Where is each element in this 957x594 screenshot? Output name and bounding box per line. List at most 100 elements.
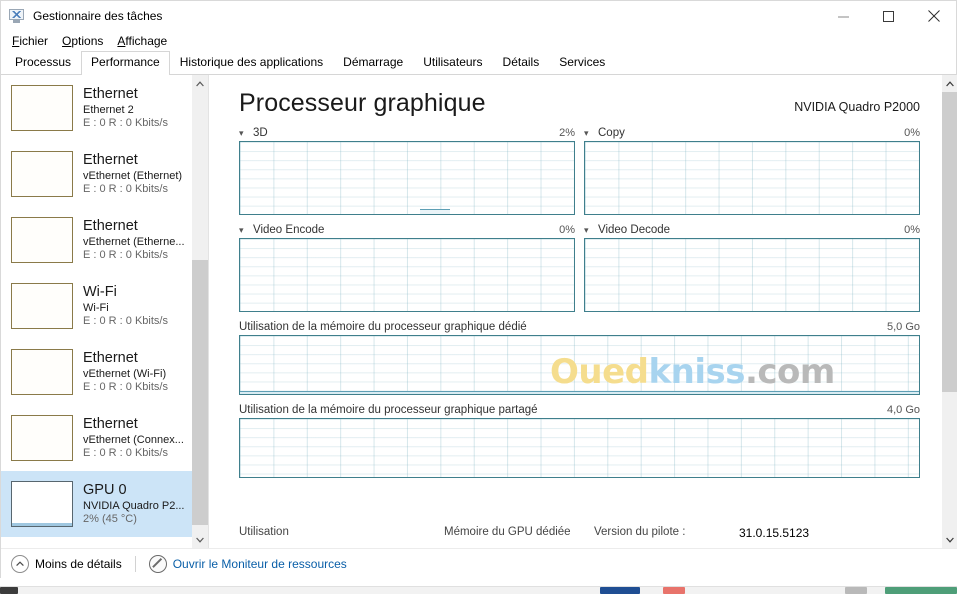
tab-services[interactable]: Services [549, 51, 615, 74]
sidebar-thumbnail-graph [11, 481, 73, 527]
graph-value-video-decode: 0% [904, 224, 920, 236]
sidebar-item-vethernet-connexion[interactable]: Ethernet vEthernet (Connex... E : 0 R : … [1, 405, 193, 471]
sidebar-item-stat: E : 0 R : 0 Kbits/s [83, 381, 168, 394]
shared-memory-header: Utilisation de la mémoire du processeur … [239, 402, 920, 418]
sidebar-item-wifi[interactable]: Wi-Fi Wi-Fi E : 0 R : 0 Kbits/s [1, 273, 193, 339]
task-manager-icon [8, 7, 26, 25]
tab-details[interactable]: Détails [493, 51, 550, 74]
performance-sidebar: Ethernet Ethernet 2 E : 0 R : 0 Kbits/s … [1, 75, 209, 548]
graph-dedicated-memory [239, 335, 920, 395]
chevron-down-icon[interactable]: ▾ [584, 128, 594, 138]
dedicated-memory-section: Utilisation de la mémoire du processeur … [239, 319, 936, 395]
sidebar-item-title: Wi-Fi [83, 283, 117, 300]
graph-header-video-encode: ▾ Video Encode 0% [239, 222, 575, 238]
taskbar-icon-1[interactable] [0, 587, 18, 594]
taskbar-icon-5[interactable] [885, 587, 957, 594]
graph-copy [584, 141, 920, 215]
content-area: Ethernet Ethernet 2 E : 0 R : 0 Kbits/s … [1, 75, 957, 548]
gpu-engine-row-1: ▾ 3D 2% ▾ Copy 0% [239, 125, 936, 215]
footer-divider [134, 556, 136, 572]
taskbar-icon-4[interactable] [845, 587, 867, 594]
taskbar-icon-2[interactable] [600, 587, 640, 594]
window-title: Gestionnaire des tâches [33, 9, 163, 23]
sidebar-thumbnail-graph [11, 283, 73, 329]
gpu-performance-panel: Processeur graphique NVIDIA Quadro P2000… [209, 75, 957, 548]
graph-label-video-encode: Video Encode [253, 224, 325, 236]
minimize-button[interactable] [821, 2, 866, 31]
chevron-down-icon[interactable]: ▾ [239, 225, 249, 235]
tab-strip: Processus Performance Historique des app… [1, 51, 956, 75]
sidebar-scrollbar-thumb[interactable] [192, 260, 208, 525]
tab-demarrage[interactable]: Démarrage [333, 51, 413, 74]
sidebar-item-stat: E : 0 R : 0 Kbits/s [83, 249, 168, 262]
dedicated-memory-label: Utilisation de la mémoire du processeur … [239, 321, 527, 333]
menu-item-fichier[interactable]: Fichier [7, 32, 57, 50]
main-scrollbar-thumb[interactable] [942, 92, 957, 392]
menu-label-fichier: ichier [19, 33, 49, 48]
sidebar-item-subtitle: vEthernet (Ethernet) [83, 169, 183, 182]
sidebar-item-ethernet-2[interactable]: Ethernet Ethernet 2 E : 0 R : 0 Kbits/s [1, 75, 193, 141]
sidebar-item-stat: E : 0 R : 0 Kbits/s [83, 183, 168, 196]
taskbar-icon-3[interactable] [663, 587, 685, 594]
gpu-header: Processeur graphique NVIDIA Quadro P2000 [239, 75, 936, 118]
less-details-label: Moins de détails [35, 557, 122, 571]
sidebar-item-subtitle: vEthernet (Etherne... [83, 235, 185, 248]
menu-accel-options: O [62, 33, 72, 48]
sidebar-scroll-up-icon[interactable] [192, 75, 208, 92]
graph-header-3d: ▾ 3D 2% [239, 125, 575, 141]
graph-value-video-encode: 0% [559, 224, 575, 236]
shared-memory-value: 4,0 Go [886, 404, 920, 416]
graph-video-encode [239, 238, 575, 312]
main-scrollbar[interactable] [942, 75, 957, 548]
maximize-button[interactable] [866, 2, 911, 31]
tab-performance[interactable]: Performance [81, 51, 170, 75]
graph-shared-memory [239, 418, 920, 478]
sidebar-item-vethernet-wifi[interactable]: Ethernet vEthernet (Wi-Fi) E : 0 R : 0 K… [1, 339, 193, 405]
sidebar-item-stat: E : 0 R : 0 Kbits/s [83, 117, 168, 130]
main-scroll-down-icon[interactable] [942, 531, 957, 548]
resource-monitor-icon [148, 555, 167, 573]
graph-label-video-decode: Video Decode [598, 224, 671, 236]
sidebar-scroll-down-icon[interactable] [192, 531, 208, 548]
open-resource-monitor-label: Ouvrir le Moniteur de ressources [172, 557, 347, 571]
dedicated-memory-header: Utilisation de la mémoire du processeur … [239, 319, 920, 335]
page-title: Processeur graphique [239, 89, 486, 117]
less-details-button[interactable]: Moins de détails [11, 555, 122, 573]
sidebar-scrollbar[interactable] [192, 75, 208, 548]
sidebar-item-subtitle: Ethernet 2 [83, 103, 134, 116]
sidebar-item-vethernet-ethernet[interactable]: Ethernet vEthernet (Ethernet) E : 0 R : … [1, 141, 193, 207]
sidebar-item-stat: E : 0 R : 0 Kbits/s [83, 315, 168, 328]
stat-driver-version-label: Version du pilote : [594, 526, 686, 538]
sidebar-item-subtitle: vEthernet (Connex... [83, 433, 184, 446]
stat-dedicated-memory-label: Mémoire du GPU dédiée [444, 526, 571, 538]
close-button[interactable] [911, 2, 956, 31]
chevron-down-icon[interactable]: ▾ [584, 225, 594, 235]
sidebar-item-subtitle: Wi-Fi [83, 301, 109, 314]
graph-header-copy: ▾ Copy 0% [584, 125, 920, 141]
graph-label-copy: Copy [598, 127, 625, 139]
taskbar-sliver [0, 578, 957, 594]
chevron-down-icon[interactable]: ▾ [239, 128, 249, 138]
sidebar-item-subtitle: NVIDIA Quadro P2... [83, 499, 185, 512]
graph-value-copy: 0% [904, 127, 920, 139]
stat-utilisation-label: Utilisation [239, 526, 289, 538]
task-manager-window: Gestionnaire des tâches Fichier Options … [0, 0, 957, 579]
menu-label-options: ptions [71, 33, 104, 48]
main-scroll-up-icon[interactable] [942, 75, 957, 92]
sidebar-thumbnail-graph [11, 349, 73, 395]
menu-item-options[interactable]: Options [57, 32, 112, 50]
menu-label-affichage: ffichage [125, 33, 168, 48]
tab-processus[interactable]: Processus [5, 51, 81, 74]
tab-utilisateurs[interactable]: Utilisateurs [413, 51, 492, 74]
menu-item-affichage[interactable]: Affichage [112, 32, 176, 50]
sidebar-item-gpu-0[interactable]: GPU 0 NVIDIA Quadro P2... 2% (45 °C) [1, 471, 193, 537]
sidebar-item-title: Ethernet [83, 151, 138, 168]
sidebar-item-title: Ethernet [83, 217, 138, 234]
gpu-device-name: NVIDIA Quadro P2000 [794, 100, 920, 114]
sidebar-thumbnail-graph [11, 151, 73, 197]
tab-historique-des-applications[interactable]: Historique des applications [170, 51, 333, 74]
sidebar-list: Ethernet Ethernet 2 E : 0 R : 0 Kbits/s … [1, 75, 193, 537]
graph-3d [239, 141, 575, 215]
sidebar-item-vethernet-ethernet-2[interactable]: Ethernet vEthernet (Etherne... E : 0 R :… [1, 207, 193, 273]
open-resource-monitor-button[interactable]: Ouvrir le Moniteur de ressources [148, 555, 347, 573]
